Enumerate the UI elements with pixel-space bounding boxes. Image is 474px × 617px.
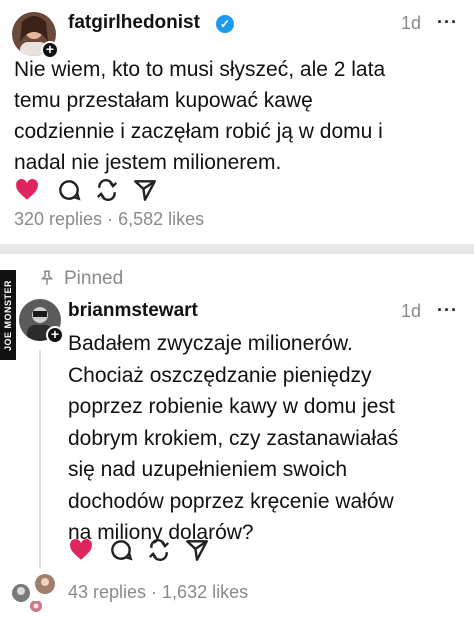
comment-icon[interactable] [56,177,82,203]
follow-plus-icon[interactable]: + [46,326,64,344]
post-time: 1d [401,13,422,33]
reply-text-line: Badałem zwyczaje milionerów. [68,332,353,355]
divider [0,244,474,254]
username[interactable]: fatgirlhedonist [68,12,200,34]
reply-text-line: poprzez robienie kawy w domu jest [68,395,395,418]
replies-count[interactable]: 43 replies [68,582,146,602]
replies-count[interactable]: 320 replies [14,209,102,229]
more-icon[interactable]: ··· [437,12,458,33]
avatar[interactable]: + [12,12,59,59]
more-icon[interactable]: ··· [437,300,458,321]
comment-icon[interactable] [108,537,134,563]
pin-icon [38,268,56,293]
verified-icon: ✓ [216,15,234,33]
reply-text-line: Chociaż oszczędzanie pieniędzy [68,363,372,387]
pinned-reply: Pinned + brianmstewart 1d ··· Badałem zw… [0,262,474,617]
share-icon[interactable] [184,537,210,563]
stats-separator: · [102,209,119,229]
reply-text-line: dobrym krokiem, czy zastanawiałaś [68,426,399,450]
repost-icon[interactable] [94,177,120,203]
main-post: + fatgirlhedonist ✓ 1d ··· Nie wiem, kto… [0,0,474,238]
replier-avatar [30,600,42,612]
reply-body: Badałem zwyczaje milionerów. Chociaż osz… [68,328,398,549]
post-text-line: codziennie i zaczęłam robić ją w domu i [14,120,383,143]
likes-count[interactable]: 1,632 likes [162,582,248,602]
repost-icon[interactable] [146,537,172,563]
likes-count[interactable]: 6,582 likes [118,209,204,229]
username[interactable]: brianmstewart [68,300,198,322]
post-stats: 320 replies · 6,582 likes [14,209,204,230]
stats-separator: · [146,582,163,602]
action-bar [14,177,254,203]
reply-stats: 43 replies · 1,632 likes [68,582,248,603]
heart-icon[interactable] [14,177,40,203]
post-text-line: Nie wiem, kto to musi słyszeć, ale 2 lat… [14,58,386,81]
heart-icon[interactable] [68,537,94,563]
reply-text-line: się nad uzupełnieniem swoich [68,458,347,481]
replier-avatar [35,574,55,594]
replier-avatar [12,584,30,602]
action-bar [68,537,248,563]
reply-text-line: dochodów poprzez kręcenie wałów [68,489,394,513]
share-icon[interactable] [132,177,158,203]
thread-line [39,350,41,568]
reply-time: 1d [401,301,422,321]
post-text-line: nadal nie jestem milionerem. [14,151,282,174]
avatar[interactable]: + [19,299,64,344]
post-text-line: temu przestałam kupować kawę [14,89,313,112]
post-body: Nie wiem, kto to musi słyszeć, ale 2 lat… [14,54,385,178]
pinned-label: Pinned [64,268,124,289]
